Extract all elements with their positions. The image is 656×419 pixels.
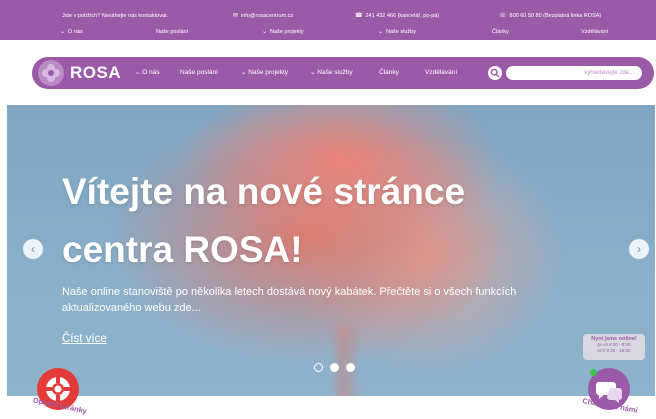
- read-more-link[interactable]: Číst více: [62, 333, 107, 345]
- nav-item-services[interactable]: ⌄ Naše služby: [310, 57, 353, 89]
- chat-status-tooltip: Nyní jsme online! po-út 8:30 - 8:30 st-f…: [583, 334, 645, 360]
- search-input[interactable]: [506, 66, 642, 80]
- contact-hotline-link[interactable]: ☏ 800 60 50 80 (Bezplatná linka ROSA): [499, 9, 601, 23]
- top-menu-label: O nás: [68, 29, 83, 35]
- top-menu-education[interactable]: Vzdělávání: [581, 25, 608, 39]
- search-icon[interactable]: [488, 66, 502, 80]
- top-menu-mission[interactable]: Naše poslání: [156, 25, 188, 39]
- main-header: ROSA ⌄ O nás Naše poslání ⌄ Naše projekt…: [0, 40, 656, 104]
- main-navbar: ROSA ⌄ O nás Naše poslání ⌄ Naše projekt…: [32, 57, 654, 89]
- slider-dot[interactable]: [330, 363, 339, 372]
- nav-item-label: Naše projekty: [248, 69, 289, 76]
- nav-item-about[interactable]: ⌄ O nás: [135, 57, 160, 89]
- chat-hours: st-fr 9:30 - 15:00: [597, 348, 631, 353]
- chevron-down-icon: ⌄: [262, 29, 268, 35]
- mail-icon: ✉: [233, 13, 239, 19]
- top-menu-services[interactable]: ⌄ Naše služby: [378, 25, 416, 39]
- contact-email: info@rosacentrum.cz: [241, 13, 294, 19]
- top-menu-label: Naše projekty: [270, 29, 304, 35]
- nav-item-label: O nás: [142, 69, 160, 76]
- top-contact-bar: Jste v potížích? Neváhejte nás kontaktov…: [0, 0, 656, 40]
- slider-dot-active[interactable]: [314, 363, 323, 372]
- online-indicator: [590, 369, 597, 376]
- top-menu-label: Naše služby: [386, 29, 416, 35]
- hero-background-image: [337, 325, 357, 396]
- top-menu-about[interactable]: ⌄ O nás: [60, 25, 83, 39]
- chevron-right-icon: ›: [637, 242, 641, 256]
- contact-phone: 241 432 466 (kancelář, po-pá): [365, 13, 440, 19]
- slider-dot[interactable]: [346, 363, 355, 372]
- contact-intro: Jste v potížích? Neváhejte nás kontaktov…: [62, 13, 169, 19]
- contact-hotline: 800 60 50 80 (Bezplatná linka ROSA): [509, 13, 602, 19]
- chevron-down-icon: ⌄: [378, 29, 384, 35]
- slider-pagination: [314, 363, 374, 375]
- top-menu-articles[interactable]: Články: [492, 25, 509, 39]
- logo-text[interactable]: ROSA: [70, 62, 121, 84]
- hero-slider: Vítejte na nové stránce centra ROSA! Naš…: [7, 105, 655, 396]
- contact-email-link[interactable]: ✉ info@rosacentrum.cz: [233, 9, 293, 23]
- hero-title-line: centra ROSA!: [62, 229, 303, 270]
- nav-item-projects[interactable]: ⌄ Naše projekty: [241, 57, 288, 89]
- nav-item-articles[interactable]: Články: [379, 57, 399, 89]
- headset-icon: ☏: [499, 13, 507, 19]
- contact-row: Jste v potížích? Neváhejte nás kontaktov…: [0, 9, 656, 23]
- phone-icon: ☎: [355, 13, 363, 19]
- chevron-down-icon: ⌄: [60, 29, 66, 35]
- flower-icon: [42, 64, 60, 82]
- rosa-logo-icon[interactable]: [38, 60, 64, 86]
- nav-item-label: Naše služby: [317, 69, 353, 76]
- slider-prev-button[interactable]: ‹: [23, 239, 43, 259]
- nav-item-education[interactable]: Vzdělávání: [425, 57, 457, 89]
- contact-phone-link[interactable]: ☎ 241 432 466 (kancelář, po-pá): [355, 9, 439, 23]
- top-menu: ⌄ O nás Naše poslání ⌄ Naše projekty ⌄ Naše…: [0, 25, 656, 39]
- hero-title-line: Vítejte na nové stránce: [62, 171, 466, 212]
- chevron-left-icon: ‹: [31, 242, 35, 256]
- hero-title: Vítejte na nové stránce centra ROSA!: [62, 163, 562, 279]
- slider-next-button[interactable]: ›: [629, 239, 649, 259]
- hero-description: Naše online stanoviště po několika letec…: [62, 286, 517, 314]
- top-menu-projects[interactable]: ⌄ Naše projekty: [262, 25, 304, 39]
- nav-item-mission[interactable]: Naše poslání: [180, 57, 218, 89]
